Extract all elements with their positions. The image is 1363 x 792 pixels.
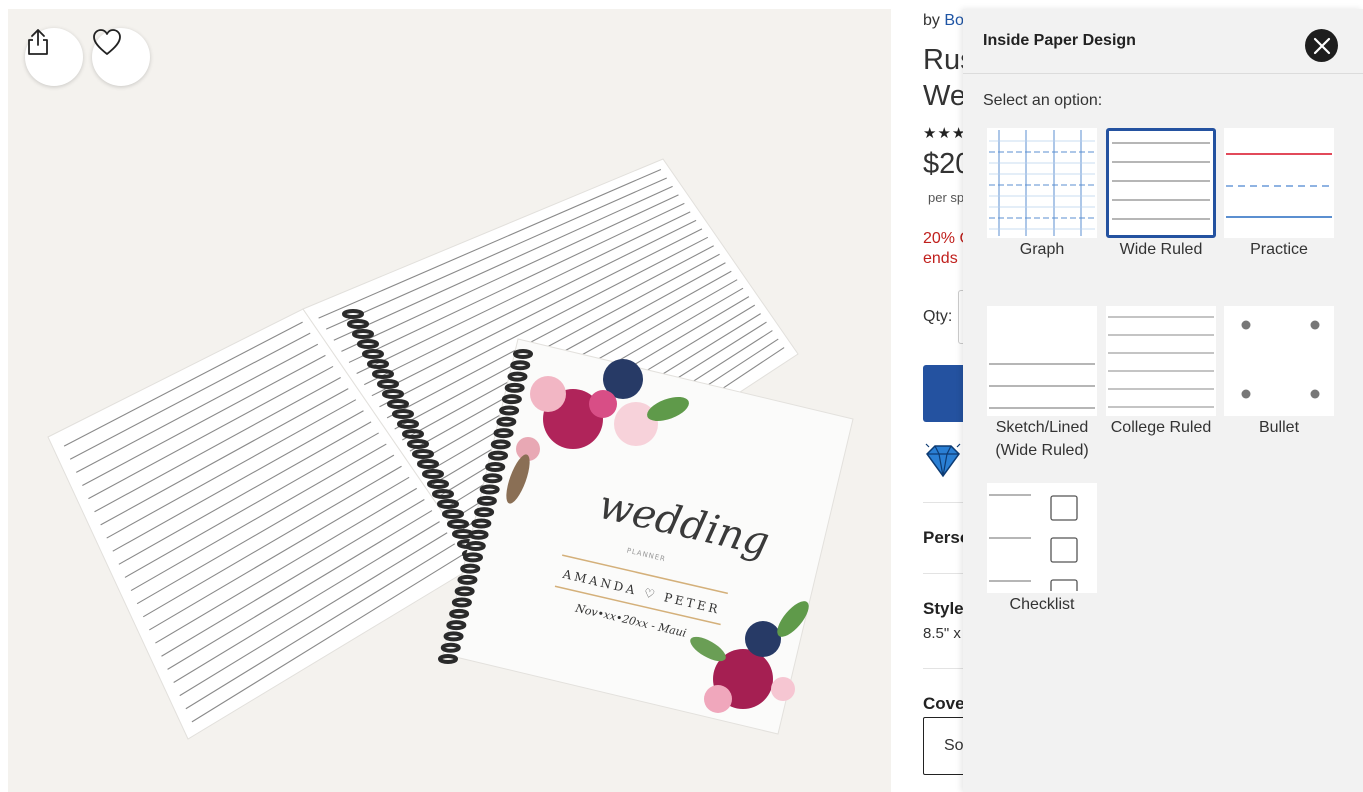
byline-prefix: by — [923, 12, 940, 29]
option-label: Sketch/Lined (Wide Ruled) — [987, 416, 1097, 462]
panel-header: Inside Paper Design — [963, 9, 1363, 74]
option-practice[interactable]: Practice — [1224, 128, 1334, 261]
sketch-lined-thumbnail — [987, 306, 1097, 416]
bullet-thumbnail — [1224, 306, 1334, 416]
wide-ruled-thumbnail — [1106, 128, 1216, 238]
rating-stars[interactable]: ★★★ — [923, 124, 966, 142]
inside-paper-panel: Inside Paper Design Select an option: Gr… — [963, 9, 1363, 792]
checklist-thumbnail — [987, 483, 1097, 593]
heart-icon — [93, 29, 121, 55]
option-label: Graph — [1019, 241, 1065, 258]
cover-heading: Cove — [923, 694, 965, 713]
shop-link[interactable]: Bo — [944, 12, 964, 29]
option-label: Wide Ruled — [1119, 241, 1203, 258]
select-option-label: Select an option: — [983, 92, 1103, 109]
option-bullet[interactable]: Bullet — [1224, 306, 1334, 439]
close-button[interactable] — [1305, 29, 1338, 62]
close-icon — [1313, 37, 1330, 54]
option-label-line2: (Wide Ruled) — [995, 442, 1089, 459]
per-sheet-note: per sp — [928, 190, 965, 205]
option-checklist[interactable]: Checklist — [987, 483, 1097, 616]
option-wide-ruled[interactable]: Wide Ruled — [1106, 128, 1216, 261]
cover-select-value: So — [944, 737, 964, 754]
notebook-illustration: wedding PLANNER AMANDA ♡ PETER Nov•xx•20… — [47, 158, 854, 740]
option-graph[interactable]: Graph — [987, 128, 1097, 261]
college-ruled-thumbnail — [1106, 306, 1216, 416]
option-label: Practice — [1250, 241, 1308, 258]
qty-label: Qty: — [923, 308, 953, 325]
option-label: Checklist — [1009, 596, 1075, 613]
share-icon — [28, 29, 48, 55]
favorite-button[interactable] — [92, 28, 150, 86]
byline: by Bo — [923, 12, 964, 30]
option-label: College Ruled — [1110, 419, 1212, 436]
panel-title: Inside Paper Design — [983, 32, 1136, 49]
practice-thumbnail — [1224, 128, 1334, 238]
option-label: Bullet — [1258, 419, 1300, 436]
option-college-ruled[interactable]: College Ruled — [1106, 306, 1216, 439]
product-page: wedding PLANNER AMANDA ♡ PETER Nov•xx•20… — [0, 0, 1363, 792]
option-label-line1: Sketch/Lined — [995, 419, 1089, 436]
style-heading: Style — [923, 599, 964, 618]
option-sketch-lined[interactable]: Sketch/Lined (Wide Ruled) — [987, 306, 1097, 462]
style-value: 8.5" x — [923, 625, 961, 642]
product-photo[interactable]: wedding PLANNER AMANDA ♡ PETER Nov•xx•20… — [8, 9, 891, 792]
share-button[interactable] — [25, 28, 83, 86]
graph-thumbnail — [987, 128, 1097, 238]
diamond-icon — [923, 442, 963, 485]
